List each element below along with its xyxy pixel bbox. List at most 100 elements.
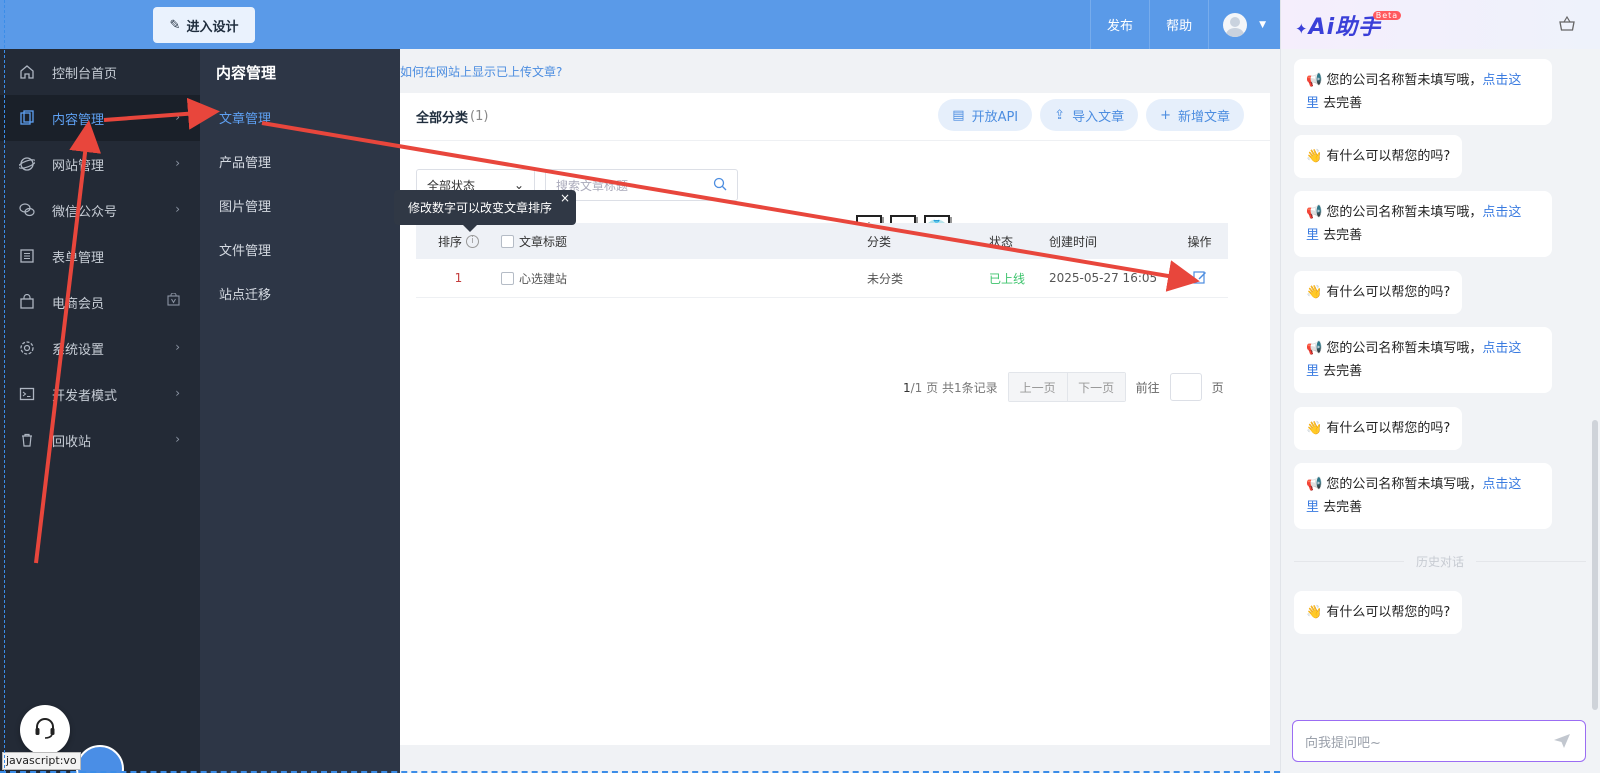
submenu-item-articles[interactable]: 文章管理 [200,95,400,139]
complete-link[interactable]: 点击这 [1482,341,1521,356]
chevron-right-icon: › [175,202,180,216]
wave-icon: 👋 [1306,421,1323,436]
avatar[interactable] [1223,12,1248,37]
complete-link[interactable]: 里 [1306,228,1319,243]
edit-icon[interactable] [1192,270,1207,287]
page-nav: 上一页 下一页 [1007,372,1126,402]
ai-question-input[interactable]: 向我提问吧~ [1292,720,1586,762]
row-checkbox[interactable] [501,271,514,285]
content-icon [18,110,35,127]
open-api-button[interactable]: ▤ 开放API [938,99,1033,131]
sidebar-item-ecommerce[interactable]: 电商会员 [0,279,200,325]
header-order: 排序 [437,234,462,249]
submenu-item-images[interactable]: 图片管理 [200,183,400,227]
sidebar-item-dashboard[interactable]: 控制台首页 [0,49,200,95]
goto-label: 前往 [1135,380,1160,395]
sidebar-item-recycle[interactable]: 回收站 › [0,417,200,463]
chevron-right-icon: › [175,386,180,400]
category-count: (1) [470,109,489,124]
article-status: 已上线 [989,271,1026,286]
message-bubble: 👋 有什么可以帮您的吗? [1294,271,1463,314]
chat-scrollbar[interactable] [1592,420,1598,710]
breadcrumb: 如何在网站上显示已上传文章? [400,63,562,80]
complete-link[interactable]: 里 [1306,96,1319,111]
sidebar-item-developer[interactable]: 开发者模式 › [0,371,200,417]
basket-icon[interactable] [1558,15,1576,33]
enter-design-button[interactable]: ✎ 进入设计 [153,7,255,43]
complete-link[interactable]: 点击这 [1482,73,1521,88]
complete-link[interactable]: 点击这 [1482,477,1521,492]
sort-tooltip: 修改数字可以改变文章排序 × [394,190,576,232]
chevron-right-icon: › [175,340,180,354]
close-icon[interactable]: × [560,191,570,205]
page-jump-input[interactable] [1169,373,1202,401]
add-article-button[interactable]: + 新增文章 [1146,99,1244,131]
customer-service-button[interactable] [20,705,70,755]
trash-icon [18,432,35,449]
table-row: 1 心选建站 未分类 已上线 2025-05-27 16:05 [416,259,1228,298]
submenu-title: 内容管理 [216,63,277,82]
selection-outline [4,0,5,773]
help-link[interactable]: 如何在网站上显示已上传文章? [400,65,562,79]
submenu-item-files[interactable]: 文件管理 [200,227,400,271]
submenu-item-products[interactable]: 产品管理 [200,139,400,183]
import-article-button[interactable]: ⇪ 导入文章 [1040,99,1139,131]
table-header: 排序 i 文章标题 分类 状态 创建时间 操作 [416,223,1228,259]
plus-icon: + [1160,107,1171,123]
megaphone-icon: 📢 [1306,205,1323,220]
caret-down-icon: ▼ [1259,19,1266,30]
search-icon[interactable] [713,177,727,194]
order-input[interactable]: 1 [455,271,463,285]
megaphone-icon: 📢 [1306,477,1323,492]
vip-badge-icon [167,292,180,309]
message-bubble: 📢 您的公司名称暂未填写哦，点击这 里 去完善 [1294,59,1552,125]
page-current: 1 [903,380,911,395]
complete-link[interactable]: 里 [1306,500,1319,515]
info-icon[interactable]: i [466,234,479,248]
ai-header: ✦Ai助手 Beta [1281,0,1600,49]
message-bubble: 👋 有什么可以帮您的吗? [1294,407,1463,450]
publish-button[interactable]: 发布 [1090,0,1149,49]
top-right-actions: 发布 帮助 ▼ [1090,0,1280,49]
help-button[interactable]: 帮助 [1149,0,1208,49]
wave-icon: 👋 [1306,285,1323,300]
header-category: 分类 [867,234,892,249]
article-category: 未分类 [867,271,904,286]
wechat-icon [18,202,35,219]
top-bar: ✎ 进入设计 发布 帮助 ▼ [0,0,1280,49]
sidebar-item-website[interactable]: 网站管理 › [0,141,200,187]
gear-icon [18,340,35,357]
sidebar-item-content[interactable]: 内容管理 › [0,95,200,141]
globe-icon [18,156,35,173]
beta-badge: Beta [1372,11,1402,20]
shop-icon [18,294,35,311]
send-icon[interactable] [1553,732,1571,754]
header-created: 创建时间 [1049,234,1098,249]
terminal-icon [18,386,35,403]
wave-icon: 👋 [1306,149,1323,164]
headset-icon [32,715,58,745]
sidebar-item-settings[interactable]: 系统设置 › [0,325,200,371]
user-menu[interactable]: ▼ [1208,0,1280,49]
import-icon: ⇪ [1054,107,1066,123]
submenu-item-migration[interactable]: 站点迁移 [200,271,400,315]
next-page-button[interactable]: 下一页 [1066,373,1125,401]
status-bar-url: javascript:vo [2,752,81,770]
message-bubble: 👋 有什么可以帮您的吗? [1294,591,1463,634]
header-actions: ▤ 开放API ⇪ 导入文章 + 新增文章 [938,99,1244,131]
select-all-checkbox[interactable] [501,234,514,248]
message-bubble: 📢 您的公司名称暂未填写哦，点击这 里 去完善 [1294,191,1552,257]
article-title[interactable]: 心选建站 [519,270,567,287]
article-card: 全部分类 (1) ▤ 开放API ⇪ 导入文章 + 新增文章 全部状态 ⌄ 搜索… [394,93,1270,745]
prev-page-button[interactable]: 上一页 [1008,373,1067,401]
complete-link[interactable]: 里 [1306,364,1319,379]
ai-logo: ✦Ai助手 Beta [1295,9,1402,41]
megaphone-icon: 📢 [1306,341,1323,356]
sidebar-item-forms[interactable]: 表单管理 [0,233,200,279]
sidebar-item-wechat[interactable]: 微信公众号 › [0,187,200,233]
wave-icon: 👋 [1306,605,1323,620]
message-bubble: 📢 您的公司名称暂未填写哦，点击这 里 去完善 [1294,327,1552,393]
page-unit-label: 页 [1211,380,1224,395]
complete-link[interactable]: 点击这 [1482,205,1521,220]
header-status: 状态 [989,234,1014,249]
